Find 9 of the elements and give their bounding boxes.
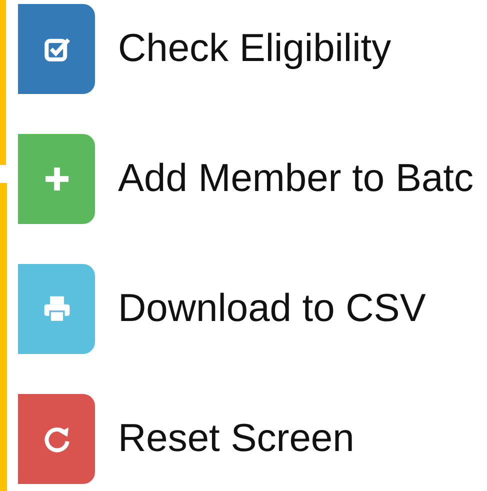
action-label: Check Eligibility — [118, 27, 392, 71]
action-button[interactable] — [18, 4, 95, 94]
action-label: Reset Screen — [118, 417, 354, 461]
action-button[interactable] — [18, 264, 95, 354]
action-label: Add Member to Batc — [118, 157, 474, 201]
action-button[interactable] — [18, 394, 95, 484]
action-button[interactable] — [18, 134, 95, 224]
printer-icon — [42, 294, 72, 324]
action-label: Download to CSV — [118, 287, 426, 331]
